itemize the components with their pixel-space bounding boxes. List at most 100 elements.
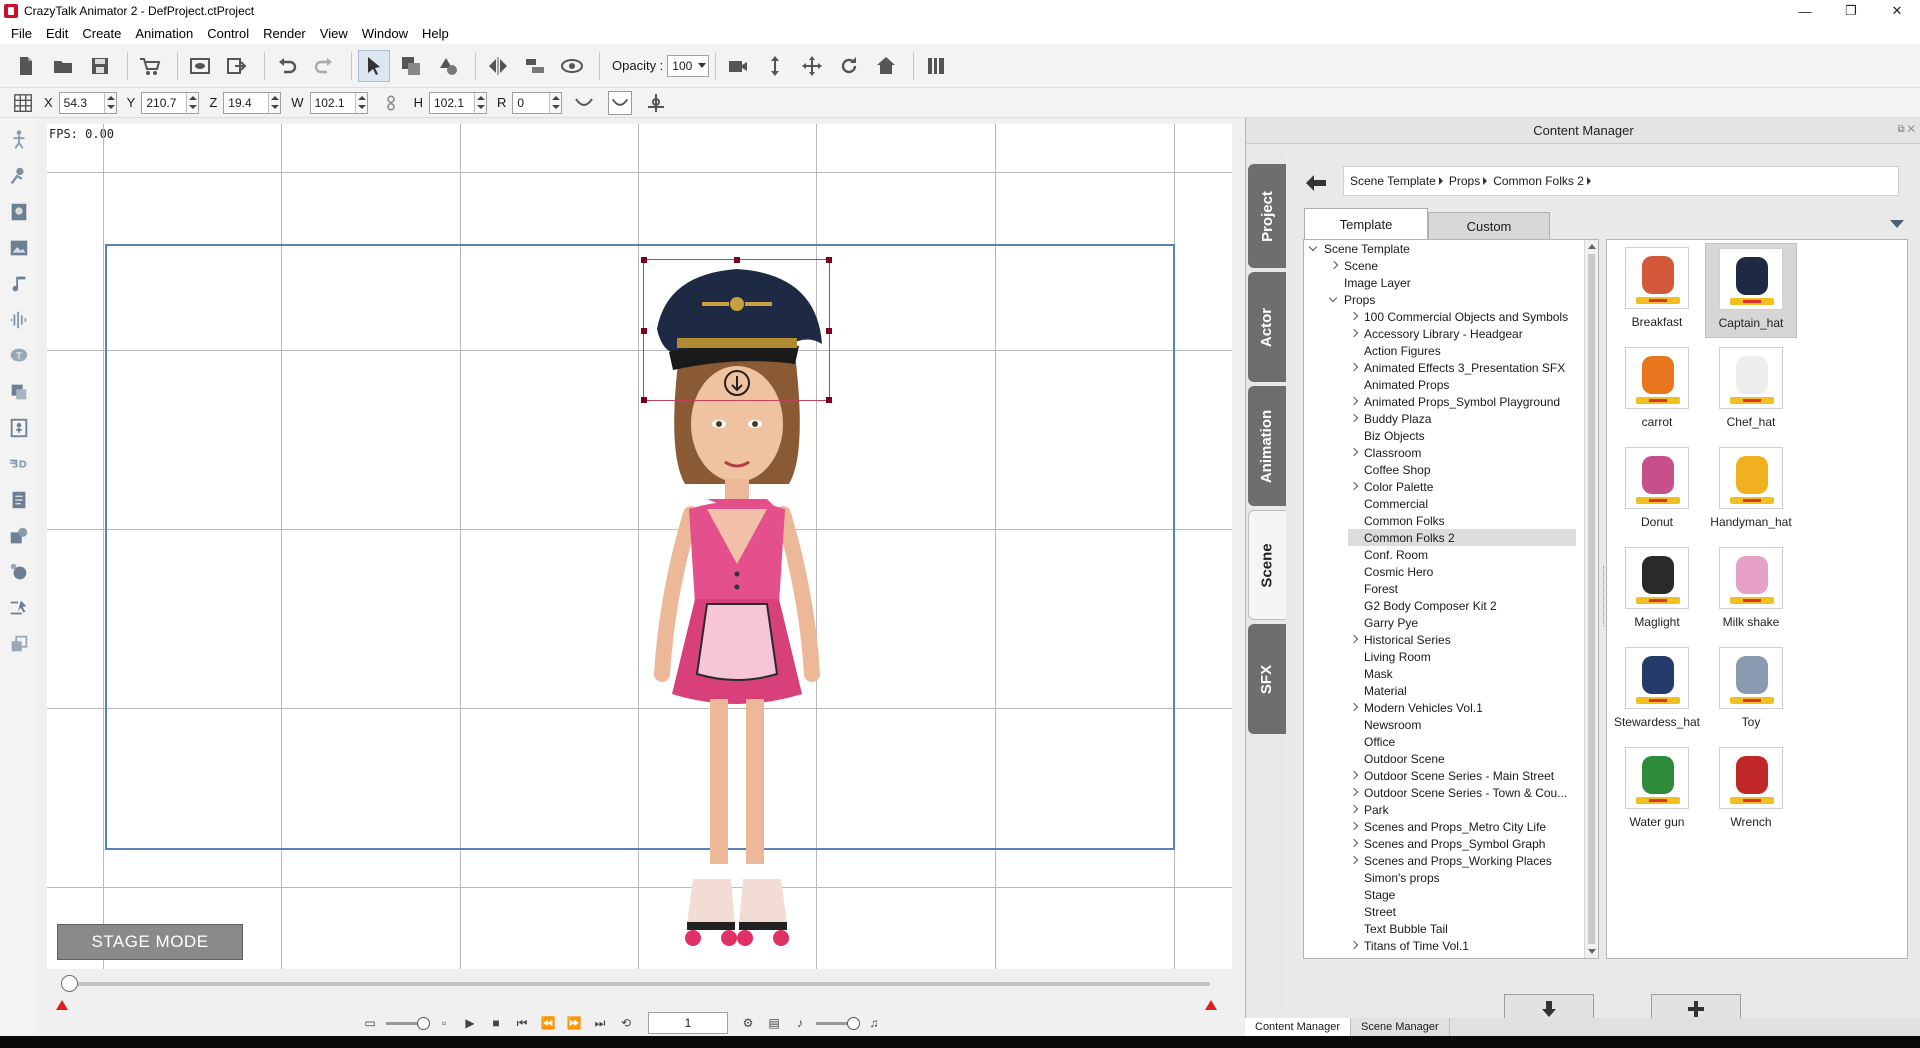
document-icon[interactable] bbox=[7, 488, 31, 512]
tab-sfx[interactable]: SFX bbox=[1248, 624, 1286, 734]
tree-item[interactable]: Classroom bbox=[1348, 444, 1421, 461]
resize-handle[interactable] bbox=[826, 257, 832, 263]
tree-scrollbar[interactable] bbox=[1584, 240, 1598, 958]
camera-zoom-icon[interactable]: ▭ bbox=[360, 1013, 380, 1033]
curve-icon[interactable] bbox=[572, 91, 596, 115]
timeline-track[interactable] bbox=[68, 982, 1210, 986]
tree-item[interactable]: Outdoor Scene Series - Town & Cou... bbox=[1348, 784, 1567, 801]
tree-item[interactable]: Outdoor Scene bbox=[1348, 750, 1445, 767]
chevron-right-icon[interactable] bbox=[1348, 771, 1358, 781]
props-icon[interactable] bbox=[7, 524, 31, 548]
tree-item[interactable]: Cosmic Hero bbox=[1348, 563, 1433, 580]
tree-item[interactable]: Coffee Shop bbox=[1348, 461, 1431, 478]
tree-item[interactable]: Action Figures bbox=[1348, 342, 1441, 359]
new-file-icon[interactable] bbox=[10, 50, 42, 82]
chevron-right-icon[interactable] bbox=[1348, 941, 1358, 951]
start-marker-icon[interactable] bbox=[56, 1000, 68, 1010]
menu-control[interactable]: Control bbox=[200, 26, 256, 41]
grid-icon[interactable] bbox=[12, 92, 34, 114]
menu-window[interactable]: Window bbox=[355, 26, 415, 41]
tree-item[interactable]: Stage bbox=[1348, 886, 1395, 903]
tree-item[interactable]: Animated Effects 3_Presentation SFX bbox=[1348, 359, 1565, 376]
tree-item[interactable]: Outdoor Scene Series - Main Street bbox=[1348, 767, 1554, 784]
asset-thumbnail[interactable]: Breakfast bbox=[1611, 243, 1703, 338]
open-folder-icon[interactable] bbox=[47, 50, 79, 82]
tree-item[interactable]: Conf. Room bbox=[1348, 546, 1428, 563]
asset-thumbnail[interactable]: Stewardess_hat bbox=[1611, 643, 1703, 738]
stage-mode-button[interactable]: STAGE MODE bbox=[57, 924, 243, 960]
music-note-icon[interactable] bbox=[7, 272, 31, 296]
chevron-right-icon[interactable] bbox=[1348, 363, 1358, 373]
tree-item[interactable]: Mask bbox=[1348, 665, 1393, 682]
menu-animation[interactable]: Animation bbox=[128, 26, 200, 41]
minimize-button[interactable]: — bbox=[1782, 0, 1828, 22]
close-button[interactable]: ✕ bbox=[1874, 0, 1920, 22]
tree-item[interactable]: Modern Vehicles Vol.1 bbox=[1348, 699, 1483, 716]
settings-gear-icon[interactable]: ⚙ bbox=[738, 1013, 758, 1033]
select-tool-icon[interactable] bbox=[358, 49, 390, 82]
actor-pose-icon[interactable] bbox=[7, 128, 31, 152]
r-field[interactable]: 0 bbox=[512, 91, 563, 114]
chevron-right-icon[interactable] bbox=[1348, 482, 1358, 492]
export-icon[interactable] bbox=[221, 50, 253, 82]
tree-item[interactable]: Garry Pye bbox=[1348, 614, 1418, 631]
tab-scene[interactable]: Scene bbox=[1248, 510, 1286, 620]
chevron-right-icon[interactable] bbox=[1348, 312, 1358, 322]
resize-handle[interactable] bbox=[734, 257, 740, 263]
tree-item[interactable]: Scenes and Props_Metro City Life bbox=[1348, 818, 1546, 835]
tree-item[interactable]: Park bbox=[1348, 801, 1389, 818]
chevron-right-icon[interactable] bbox=[1348, 414, 1358, 424]
resize-handle[interactable] bbox=[826, 397, 832, 403]
asset-thumbnail[interactable]: Water gun bbox=[1611, 743, 1703, 838]
chevron-right-icon[interactable] bbox=[1348, 397, 1358, 407]
chevron-down-icon[interactable] bbox=[1328, 295, 1338, 305]
breadcrumb-item[interactable]: Props bbox=[1449, 174, 1488, 188]
tree-item[interactable]: Street bbox=[1348, 903, 1396, 920]
chevron-right-icon[interactable] bbox=[1348, 788, 1358, 798]
face-icon[interactable] bbox=[7, 200, 31, 224]
tree-item[interactable]: Forest bbox=[1348, 580, 1398, 597]
resize-handle[interactable] bbox=[641, 397, 647, 403]
spinner-icon[interactable] bbox=[268, 92, 281, 113]
tree-item[interactable]: Material bbox=[1348, 682, 1407, 699]
asset-thumbnail[interactable]: Maglight bbox=[1611, 543, 1703, 638]
stop-icon[interactable]: ■ bbox=[486, 1013, 506, 1033]
tree-item[interactable]: Historical Series bbox=[1348, 631, 1451, 648]
actor-frame-icon[interactable] bbox=[7, 416, 31, 440]
tree-item[interactable]: 100 Commercial Objects and Symbols bbox=[1348, 308, 1568, 325]
play-icon[interactable]: ▶ bbox=[460, 1013, 480, 1033]
back-arrow-icon[interactable] bbox=[1302, 170, 1330, 196]
stage-viewport[interactable]: FPS: 0.00 STAGE MODE bbox=[47, 124, 1232, 969]
pivot-point-icon[interactable] bbox=[722, 368, 752, 398]
timeline-slider[interactable] bbox=[47, 970, 1232, 1010]
text-bubble-icon[interactable]: T bbox=[7, 344, 31, 368]
z-field[interactable]: 19.4 bbox=[223, 91, 282, 114]
timeline-knob[interactable] bbox=[61, 975, 78, 992]
tree-item[interactable]: Newsroom bbox=[1348, 716, 1421, 733]
filmstrip-icon[interactable]: ▤ bbox=[764, 1013, 784, 1033]
breadcrumb-item[interactable]: Scene Template bbox=[1350, 174, 1443, 188]
3d-icon[interactable]: 3D bbox=[7, 452, 31, 476]
asset-thumbnail[interactable]: Toy bbox=[1705, 643, 1797, 738]
shapes-icon[interactable] bbox=[432, 50, 464, 82]
chevron-right-icon[interactable] bbox=[1348, 822, 1358, 832]
zoom-slider[interactable] bbox=[386, 1016, 430, 1030]
tree-item[interactable]: Scenes and Props_Symbol Graph bbox=[1348, 835, 1545, 852]
spinner-icon[interactable] bbox=[103, 92, 116, 113]
clone-icon[interactable] bbox=[7, 632, 31, 656]
tree-item[interactable]: Office bbox=[1348, 733, 1395, 750]
restore-button[interactable]: ❐ bbox=[1828, 0, 1874, 22]
flip-icon[interactable] bbox=[482, 50, 514, 82]
tab-scene-manager[interactable]: Scene Manager bbox=[1351, 1018, 1450, 1036]
asset-thumbnail[interactable]: Captain_hat bbox=[1705, 243, 1797, 338]
spinner-icon[interactable] bbox=[473, 92, 486, 113]
asset-thumbnail[interactable]: carrot bbox=[1611, 343, 1703, 438]
undo-icon[interactable] bbox=[271, 50, 303, 82]
current-frame-input[interactable]: 1 bbox=[648, 1012, 728, 1034]
selection-bounding-box[interactable] bbox=[641, 257, 832, 403]
volume-slider[interactable] bbox=[816, 1016, 860, 1030]
chevron-down-icon[interactable] bbox=[1308, 244, 1318, 254]
view-options-dropdown-icon[interactable] bbox=[1890, 220, 1904, 228]
path-tool-icon[interactable] bbox=[7, 596, 31, 620]
scroll-down-icon[interactable] bbox=[1588, 949, 1596, 954]
